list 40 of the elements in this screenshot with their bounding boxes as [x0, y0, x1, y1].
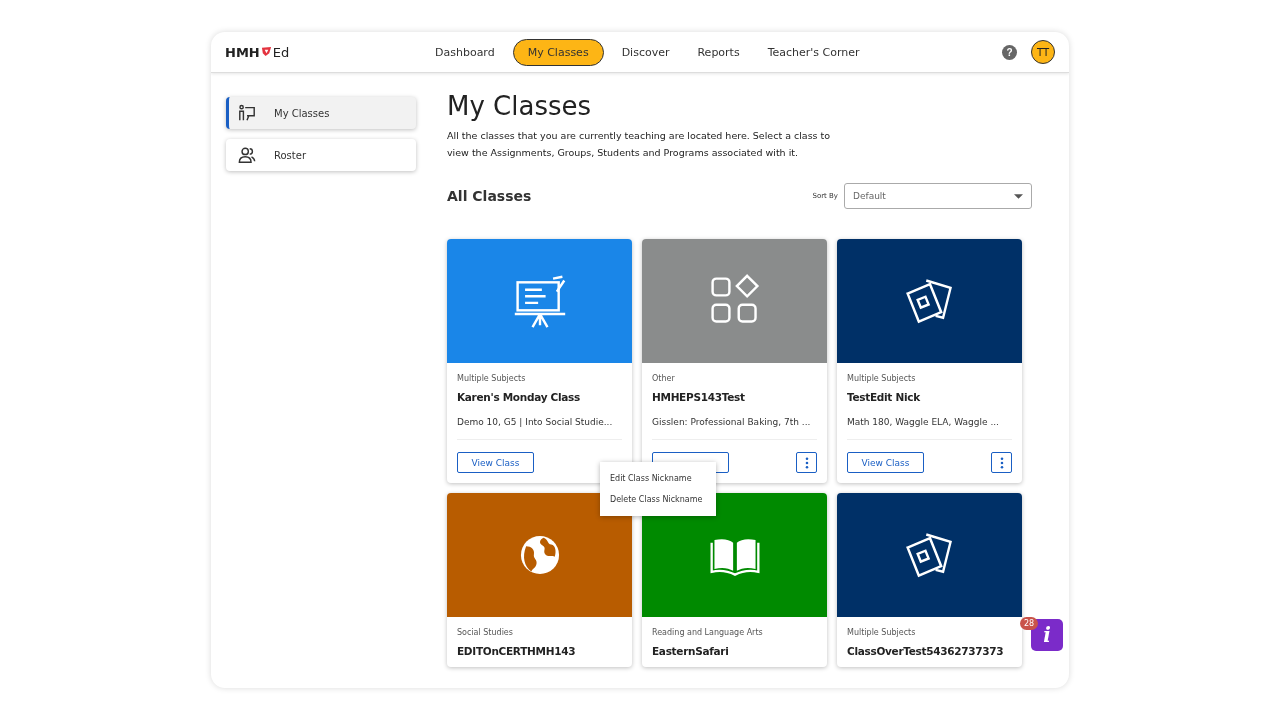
teacher-icon	[238, 104, 256, 122]
subject-label: Multiple Subjects	[847, 628, 917, 637]
nav-tab[interactable]: Dashboard	[425, 39, 505, 65]
program-list: Math 180, Waggle ELA, Waggle ...	[847, 417, 1012, 440]
subject-label: Social Studies	[457, 628, 514, 637]
caret-icon	[1014, 193, 1023, 199]
sort-dropdown[interactable]: Default	[844, 183, 1032, 209]
menu-item[interactable]: Edit Class Nickname	[600, 468, 716, 489]
intro-text: All the classes that you are currently teaching are located here. Select a class to view the Assignments, Groups, Students and Programs associated with it.	[447, 129, 832, 160]
more-icon	[999, 456, 1004, 469]
nav-tab[interactable]: My Classes	[512, 38, 604, 66]
more-icon	[804, 456, 809, 469]
class-name: ClassOverTest54362737373	[847, 645, 1005, 657]
program-list: Demo 10, G5 | Into Social Studie...	[457, 417, 622, 440]
logo: HMH Ed	[225, 44, 291, 60]
page-title: My Classes	[447, 91, 593, 121]
class-name: EasternSafari	[652, 645, 730, 657]
class-name: TestEdit Nick	[847, 391, 921, 403]
section-title: All Classes	[447, 188, 532, 204]
avatar-button[interactable]: TT	[1031, 40, 1055, 64]
view-class-button[interactable]: View Class	[847, 452, 924, 473]
subject-label: Multiple Subjects	[457, 374, 527, 383]
more-button[interactable]	[796, 452, 817, 473]
nav-tab[interactable]: Discover	[611, 39, 680, 65]
subject-label: Multiple Subjects	[847, 374, 917, 383]
class-name: Karen's Monday Class	[457, 391, 581, 403]
sidebar-item[interactable]: My Classes	[226, 97, 416, 129]
people-icon	[238, 146, 256, 164]
class-name: EDITOnCERTHMH143	[457, 645, 577, 657]
nav-tab[interactable]: Reports	[687, 39, 750, 65]
menu-item[interactable]: Delete Class Nickname	[600, 489, 716, 510]
nav-tab[interactable]: Teacher's Corner	[757, 39, 870, 65]
more-button[interactable]	[991, 452, 1012, 473]
class-name: HMHEPS143Test	[652, 391, 746, 403]
sidebar-item[interactable]: Roster	[226, 139, 416, 171]
program-list: Gisslen: Professional Baking, 7th ...	[652, 417, 817, 440]
subject-label: Reading and Language Arts	[652, 628, 764, 637]
subject-label: Other	[652, 374, 676, 383]
view-class-button[interactable]: View Class	[457, 452, 534, 473]
help-button[interactable]: ?	[1002, 44, 1017, 60]
